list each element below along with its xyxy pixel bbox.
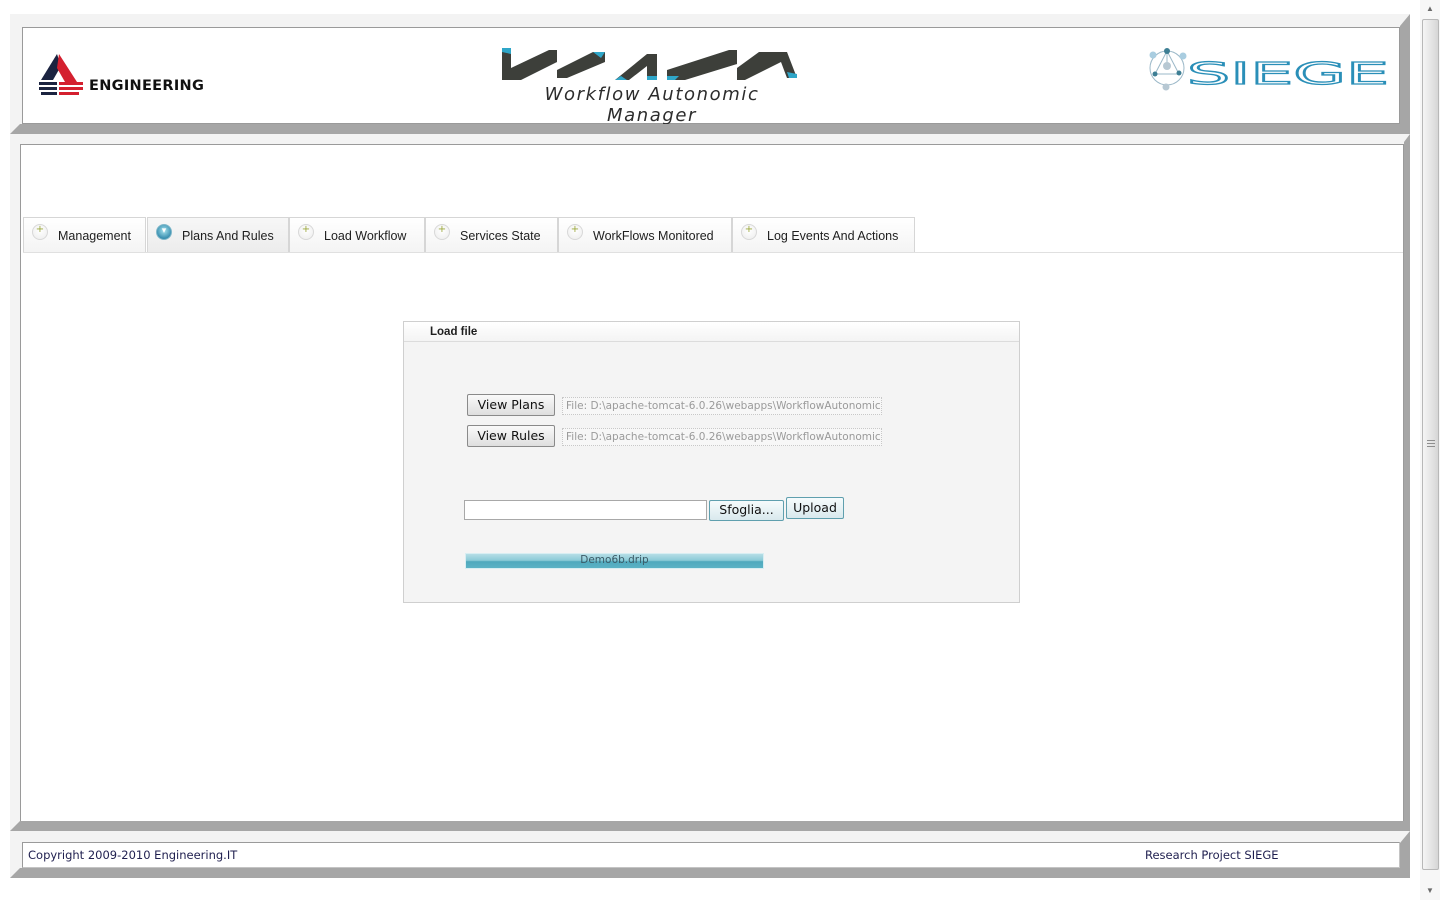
research-project-text: Research Project SIEGE (1145, 848, 1279, 862)
plus-circle-icon (741, 224, 757, 240)
tab-label: Log Events And Actions (767, 229, 899, 243)
engineering-logo-icon (39, 54, 83, 95)
view-rules-button[interactable]: View Rules (467, 425, 555, 447)
tab-workflows-monitored[interactable]: WorkFlows Monitored (558, 217, 732, 252)
tab-services-state[interactable]: Services State (425, 217, 558, 252)
panel-title: Load file (430, 326, 478, 338)
load-file-panel: Load file View Plans File: D:\apache-tom… (403, 321, 1020, 603)
siege-logo-text: SIEGE (1187, 57, 1389, 92)
scroll-grip-icon (1427, 440, 1435, 449)
footer-bar: Copyright 2009-2010 Engineering.IT Resea… (22, 842, 1400, 868)
wam-logo-subtitle: Workflow Autonomic Manager (544, 84, 760, 126)
scroll-up-arrow-icon[interactable]: ▲ (1420, 0, 1440, 18)
tab-label: Load Workflow (324, 229, 407, 243)
rules-path-field: File: D:\apache-tomcat-6.0.26\webapps\Wo… (562, 428, 882, 446)
plus-circle-icon (434, 224, 450, 240)
engineering-logo: ENGINEERING (37, 52, 217, 102)
page: ENGINEERING Workflow Autonomic Manager S… (0, 0, 1420, 900)
header-shadow-bottom (10, 124, 1410, 134)
tab-label: Plans And Rules (182, 229, 274, 243)
scrollbar-thumb[interactable] (1422, 19, 1439, 870)
browse-button[interactable]: Sfoglia... (709, 500, 784, 521)
header-shadow-right (1400, 14, 1410, 134)
progress-label: Demo6b.drip (580, 554, 649, 566)
tab-load-workflow[interactable]: Load Workflow (289, 217, 425, 252)
tab-management[interactable]: Management (23, 217, 146, 252)
scroll-down-arrow-icon[interactable]: ▼ (1420, 882, 1440, 900)
upload-progress-bar: Demo6b.drip (465, 553, 764, 569)
siege-logo-icon: SIEGE (1149, 48, 1390, 93)
footer-frame: Copyright 2009-2010 Engineering.IT Resea… (10, 831, 1410, 878)
plus-circle-icon (298, 224, 314, 240)
tab-plans-and-rules[interactable]: Plans And Rules (147, 217, 289, 252)
plans-path-field: File: D:\apache-tomcat-6.0.26\webapps\Wo… (562, 397, 882, 415)
upload-button[interactable]: Upload (786, 497, 844, 519)
main-shadow-bottom (10, 821, 1410, 831)
engineering-logo-text: ENGINEERING (89, 78, 205, 94)
tab-log-events-and-actions[interactable]: Log Events And Actions (732, 217, 915, 252)
file-path-input[interactable] (464, 500, 707, 520)
header-banner: ENGINEERING Workflow Autonomic Manager S… (22, 27, 1400, 126)
plus-circle-icon (567, 224, 583, 240)
main-shadow-right (1404, 134, 1410, 831)
expanded-circle-icon (156, 224, 172, 240)
header-frame: ENGINEERING Workflow Autonomic Manager S… (10, 14, 1410, 134)
footer-shadow-right (1400, 831, 1410, 878)
panel-header: Load file (404, 322, 1019, 342)
copyright-text: Copyright 2009-2010 Engineering.IT (28, 848, 238, 862)
vertical-scrollbar[interactable]: ▲ ▼ (1420, 0, 1440, 900)
tab-label: Services State (460, 229, 541, 243)
main-content: Management Plans And Rules Load Workflow… (20, 144, 1404, 822)
footer-shadow-bottom (10, 868, 1410, 878)
view-plans-button[interactable]: View Plans (467, 394, 555, 416)
tab-label: Management (58, 229, 131, 243)
tab-label: WorkFlows Monitored (593, 229, 714, 243)
tab-bar: Management Plans And Rules Load Workflow… (23, 217, 1403, 253)
plus-circle-icon (32, 224, 48, 240)
main-frame: Management Plans And Rules Load Workflow… (10, 134, 1410, 831)
